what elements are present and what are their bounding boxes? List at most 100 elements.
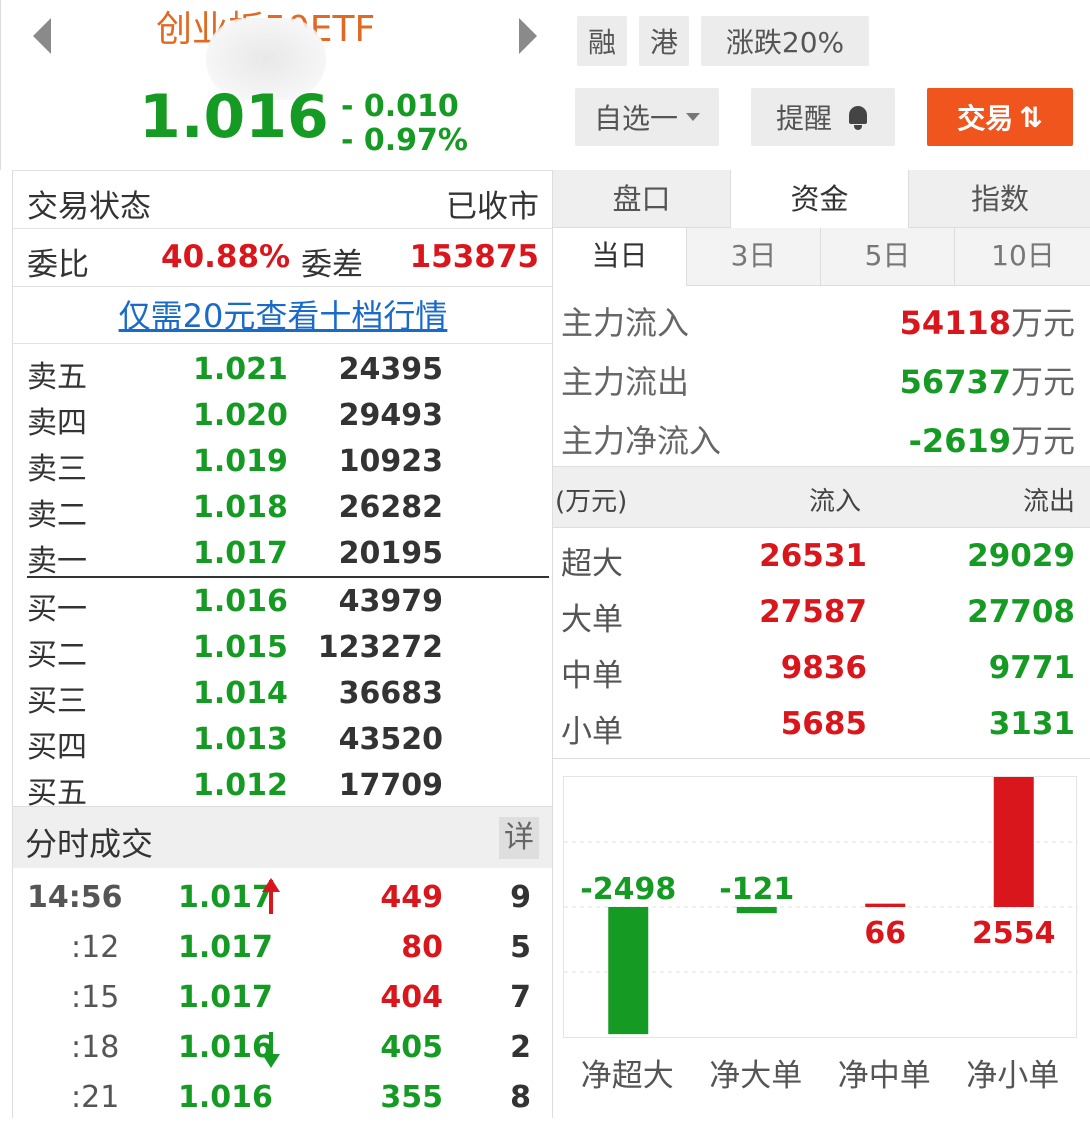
order-inflow: 27587 [759, 594, 867, 630]
tick-count: 5 [510, 930, 531, 965]
left-panel: 交易状态 已收市 委比 40.88% 委差 153875 仅需20元查看十档行情… [12, 170, 553, 1118]
tick-time: :21 [71, 1080, 120, 1115]
chart-bar-3 [993, 777, 1034, 907]
swap-arrows-icon: ⇅ [1019, 100, 1043, 134]
next-stock-icon[interactable] [519, 18, 537, 54]
buy-level-volume: 43979 [338, 584, 443, 619]
level2-upgrade-link[interactable]: 仅需20元查看十档行情 [13, 286, 553, 344]
period-tab-3d[interactable]: 3日 [687, 228, 821, 286]
tab-zhishu[interactable]: 指数 [909, 170, 1090, 228]
sell-level-label: 卖一 [27, 544, 87, 579]
hk-connect-tag[interactable]: 港 [639, 16, 689, 66]
buy-level-price: 1.014 [193, 676, 288, 711]
buy-level-price: 1.016 [193, 584, 288, 619]
sell-level-price: 1.019 [193, 444, 288, 479]
net-flow-chart: -2498 -121 66 2554 [563, 776, 1078, 1038]
sell-level-row: 卖一 1.017 20195 [13, 532, 553, 579]
sell-level-label: 卖二 [27, 498, 87, 533]
watchlist-button[interactable]: 自选一 [575, 88, 719, 146]
order-outflow: 9771 [988, 650, 1075, 686]
tick-count: 9 [510, 880, 531, 915]
alert-label: 提醒 [775, 102, 832, 135]
weibi-label: 委比 [27, 247, 89, 283]
flow-unit: 万元 [1010, 304, 1075, 342]
chart-category-label: 净小单 [966, 1058, 1060, 1094]
buy-level-volume: 123272 [317, 630, 443, 665]
flow-row: 主力净流入 -2619万元 [553, 406, 1090, 464]
prev-stock-icon[interactable] [33, 18, 51, 54]
alert-button[interactable]: 提醒 [751, 88, 895, 146]
chart-data-label-1: -121 [719, 872, 794, 907]
buy-level-label: 买三 [27, 684, 87, 719]
sell-level-row: 卖五 1.021 24395 [13, 348, 553, 395]
tick-volume: 405 [380, 1030, 443, 1065]
sell-level-row: 卖二 1.018 26282 [13, 486, 553, 533]
order-inflow: 9836 [780, 650, 867, 686]
sell-level-volume: 10923 [338, 444, 443, 479]
net-flow-chart-svg: -2498 -121 66 2554 [564, 777, 1078, 1035]
inflow-header: 流入 [809, 487, 862, 517]
tick-count: 7 [510, 980, 531, 1015]
trade-button[interactable]: 交易 ⇅ [927, 88, 1073, 146]
buy-level-row: 买一 1.016 43979 [13, 580, 553, 627]
buy-level-label: 买四 [27, 730, 87, 765]
order-size-label: 大单 [561, 602, 623, 638]
ticks-detail-button[interactable]: 详 [499, 817, 539, 859]
trade-status-row: 交易状态 已收市 [13, 170, 553, 228]
sell-level-volume: 29493 [338, 398, 443, 433]
tick-row: :18 1.016 405 2 [13, 1024, 553, 1074]
buy-level-volume: 17709 [338, 768, 443, 803]
buy-level-row: 买四 1.013 43520 [13, 718, 553, 765]
tick-price: 1.016 [178, 1080, 273, 1115]
flow-value: -2619 [908, 422, 1011, 460]
weicha-label: 委差 [301, 247, 363, 283]
chart-bar-1 [736, 907, 777, 914]
buy-level-row: 买五 1.012 17709 [13, 764, 553, 811]
chart-data-label-0: -2498 [580, 872, 676, 907]
sell-level-row: 卖三 1.019 10923 [13, 440, 553, 487]
tick-row: 14:56 1.017 449 9 [13, 874, 553, 924]
tick-time: :18 [71, 1030, 120, 1065]
period-tab-5d[interactable]: 5日 [821, 228, 955, 286]
tick-time: 14:56 [27, 880, 123, 915]
order-size-header: (万元) 流入 流出 [553, 466, 1090, 528]
chart-category-label: 净超大 [580, 1058, 674, 1094]
outflow-header: 流出 [1022, 487, 1075, 517]
buy-level-row: 买二 1.015 123272 [13, 626, 553, 673]
unit-label: (万元) [555, 487, 628, 517]
trade-status-label: 交易状态 [27, 189, 151, 225]
arrow-up-icon [262, 878, 280, 914]
order-inflow: 5685 [780, 706, 867, 742]
flow-value-group: -2619万元 [909, 416, 1075, 462]
flow-label: 主力流出 [561, 363, 690, 401]
change-percent: - 0.97% [341, 123, 468, 158]
order-book-divider [27, 576, 549, 578]
sell-level-volume: 24395 [338, 352, 443, 387]
order-outflow: 3131 [988, 706, 1075, 742]
tab-zijin[interactable]: 资金 [731, 170, 909, 228]
period-tab-10d[interactable]: 10日 [955, 228, 1090, 286]
order-size-label: 中单 [561, 658, 623, 694]
period-tab-today[interactable]: 当日 [553, 228, 687, 286]
current-price: 1.016 [139, 82, 329, 152]
tick-row: :21 1.016 355 8 [13, 1074, 553, 1124]
tick-price: 1.017 [178, 930, 273, 965]
buy-level-price: 1.012 [193, 768, 288, 803]
order-inflow: 26531 [759, 538, 867, 574]
watchlist-label: 自选一 [593, 102, 678, 135]
tab-pankou[interactable]: 盘口 [553, 170, 731, 228]
chart-bar-0 [608, 907, 649, 1035]
buy-level-row: 买三 1.014 36683 [13, 672, 553, 719]
order-size-label: 小单 [561, 714, 623, 750]
margin-tag[interactable]: 融 [577, 16, 627, 66]
order-size-row: 大单 27587 27708 [553, 586, 1090, 642]
flow-label: 主力净流入 [561, 422, 722, 460]
chart-data-label-3: 2554 [972, 916, 1056, 951]
buy-level-label: 买二 [27, 638, 87, 673]
price-limit-tag[interactable]: 涨跌20% [701, 16, 869, 66]
sell-level-price: 1.018 [193, 490, 288, 525]
buy-level-volume: 36683 [338, 676, 443, 711]
sell-level-row: 卖四 1.020 29493 [13, 394, 553, 441]
chart-data-label-2: 66 [864, 916, 906, 951]
flow-unit: 万元 [1010, 363, 1075, 401]
